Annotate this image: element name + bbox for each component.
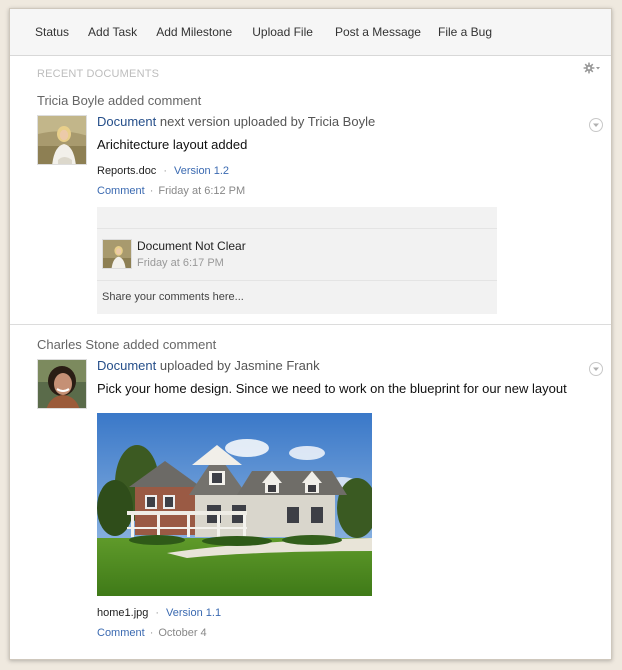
activity-action-text: uploaded by Jasmine Frank — [156, 358, 320, 373]
tab-add-task[interactable]: Add Task — [88, 25, 137, 39]
avatar[interactable] — [102, 239, 132, 269]
activity-time: October 4 — [158, 627, 207, 639]
comment-meta: Comment · Friday at 6:12 PM — [97, 181, 497, 201]
tab-upload-file[interactable]: Upload File — [252, 25, 313, 39]
activity-heading: Charles Stone added comment — [37, 337, 217, 352]
comments-box: Document Not Clear Friday at 6:17 PM Sha… — [97, 207, 497, 314]
comment-meta: Comment · October 4 — [97, 623, 567, 643]
activity-time: Friday at 6:12 PM — [158, 185, 246, 197]
tab-status[interactable]: Status — [35, 25, 69, 39]
file-meta: home1.jpg · Version 1.1 — [97, 603, 567, 623]
version-link[interactable]: Version 1.1 — [166, 607, 221, 619]
activity-panel: Status Add Task Add Milestone Upload Fil… — [9, 8, 612, 660]
comment-time: Friday at 6:17 PM — [137, 257, 224, 269]
gear-icon[interactable] — [583, 61, 601, 74]
document-link[interactable]: Document — [97, 114, 156, 129]
comment-link[interactable]: Comment — [97, 185, 145, 197]
section-header: RECENT DOCUMENTS — [10, 56, 611, 90]
tab-file-bug[interactable]: File a Bug — [438, 25, 492, 39]
separator-dot: · — [163, 165, 167, 177]
separator-dot: · — [155, 607, 160, 619]
comment-item: Document Not Clear Friday at 6:17 PM — [97, 229, 497, 281]
file-meta: Reports.doc · Version 1.2 — [97, 161, 497, 181]
document-link[interactable]: Document — [97, 358, 156, 373]
comment-title: Document Not Clear — [137, 239, 246, 253]
section-title: RECENT DOCUMENTS — [37, 68, 160, 80]
file-name: Reports.doc — [97, 165, 157, 177]
chevron-down-icon[interactable] — [589, 362, 603, 376]
house-photo[interactable] — [97, 413, 372, 596]
file-name: home1.jpg — [97, 607, 149, 619]
activity-heading: Tricia Boyle added comment — [37, 93, 202, 108]
activity-item: Tricia Boyle added comment Document next… — [10, 90, 611, 314]
activity-item: Charles Stone added comment Document upl… — [10, 325, 611, 643]
tab-post-message[interactable]: Post a Message — [335, 25, 421, 39]
version-link[interactable]: Version 1.2 — [174, 165, 229, 177]
activity-action-text: next version uploaded by Tricia Boyle — [156, 114, 376, 129]
avatar[interactable] — [37, 115, 87, 165]
activity-message: Arichitecture layout added — [97, 137, 248, 152]
action-tab-bar: Status Add Task Add Milestone Upload Fil… — [10, 9, 611, 56]
chevron-down-icon[interactable] — [589, 118, 603, 132]
tab-add-milestone[interactable]: Add Milestone — [156, 25, 232, 39]
comment-input[interactable]: Share your comments here... — [97, 281, 497, 314]
avatar[interactable] — [37, 359, 87, 409]
comment-link[interactable]: Comment — [97, 627, 145, 639]
separator-dot: · — [149, 627, 154, 639]
activity-message: Pick your home design. Since we need to … — [97, 381, 567, 396]
separator-dot: · — [149, 185, 154, 197]
